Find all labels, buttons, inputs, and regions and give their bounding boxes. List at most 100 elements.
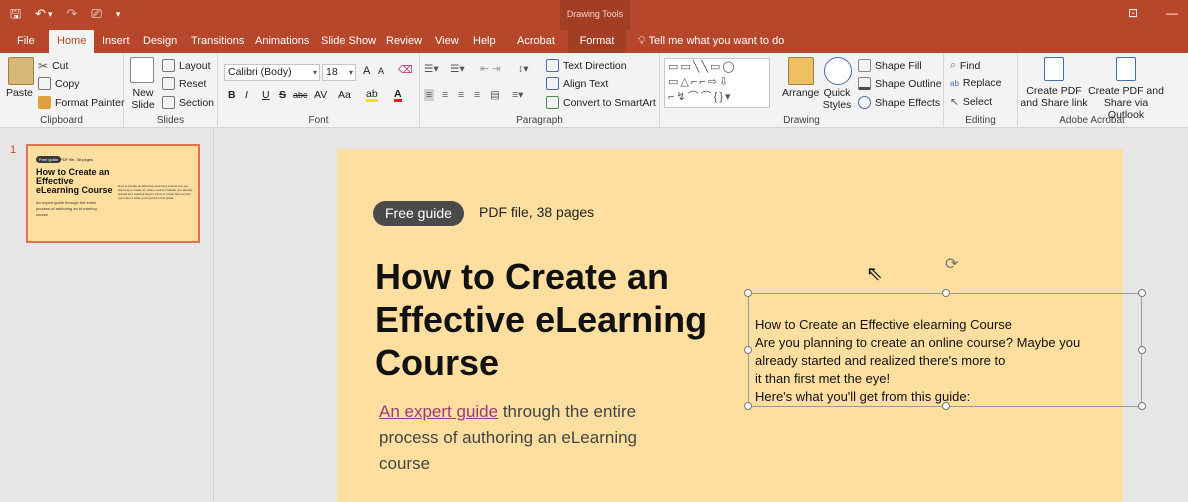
ribbon-display-icon[interactable]: ⊡ [1128,6,1138,20]
pdf-info-text[interactable]: PDF file, 38 pages [479,204,594,220]
highlight-button[interactable]: ab [366,89,378,102]
bold-button[interactable]: B [228,89,236,101]
create-pdf-share-link-button[interactable]: Create PDF and Share link [1020,85,1088,109]
clear-formatting-icon[interactable]: ⌫ [398,64,413,76]
resize-handle[interactable] [744,346,752,354]
slide-thumbnail[interactable]: Free guide PDF file, 38 pages How to Cre… [26,144,200,243]
minimize-button[interactable]: — [1166,6,1178,20]
pdf-link-icon[interactable] [1044,57,1064,81]
numbering-icon[interactable]: ☰▾ [450,63,465,75]
layout-button[interactable]: Layout [162,59,211,72]
tab-home[interactable]: Home [49,30,95,53]
selected-textbox[interactable]: ⟳ How to Create an Effective elearning C… [744,256,1146,410]
align-right-icon[interactable]: ≡ [458,89,464,101]
copy-label: Copy [55,77,80,90]
shape-effects-button[interactable]: Shape Effects [858,96,940,109]
shape-fill-button[interactable]: Shape Fill [858,59,922,72]
text-direction-button[interactable]: Text Direction [546,59,627,72]
slide-subtitle[interactable]: An expert guide through the entire proce… [379,399,679,477]
acrobat-label: Adobe Acrobat [1059,115,1125,126]
window-controls: ⊡ — [1128,6,1178,20]
resize-handle[interactable] [744,289,752,297]
font-size-combo[interactable]: 18 ▾ [322,64,356,81]
redo-icon[interactable]: ↷ [67,6,78,22]
arrange-icon[interactable] [788,57,814,85]
underline-button[interactable]: U [262,89,270,101]
paint-bucket-icon [858,59,871,72]
slide[interactable]: Free guide PDF file, 38 pages How to Cre… [337,149,1146,502]
resize-handle[interactable] [744,402,752,410]
align-text-icon [546,77,559,90]
save-icon[interactable]: 🖫 [10,6,21,22]
replace-label: Replace [962,77,1002,89]
tab-file[interactable]: File [9,30,43,53]
find-button[interactable]: ⌕ Find [950,59,980,72]
tab-slide-show[interactable]: Slide Show [313,30,384,53]
shape-outline-button[interactable]: Shape Outline [858,77,942,90]
select-button[interactable]: ↖ Select [950,96,992,108]
cut-button[interactable]: ✂ Cut [38,59,68,73]
strikethrough-button[interactable]: abc [293,90,308,100]
shrink-font-button[interactable]: A [378,66,384,76]
shapes-gallery[interactable]: ▭▭╲╲▭◯ ▭△⌐⌐⇨⇩ ⌐↯⌒⌒{}▾ [664,58,770,108]
align-center-icon[interactable]: ≡ [442,89,448,101]
paste-button[interactable]: Paste [6,87,33,99]
subtitle-link[interactable]: An expert guide [379,402,498,421]
textbox-line: Are you planning to create an online cou… [755,335,1081,350]
present-icon[interactable]: ⎚ [91,6,101,22]
new-slide-icon[interactable] [130,57,154,83]
align-left-icon[interactable]: ≡ [424,89,435,101]
tab-help[interactable]: Help [465,30,504,53]
columns-icon[interactable]: ▤ [490,89,500,101]
resize-handle[interactable] [942,289,950,297]
convert-smartart-button[interactable]: Convert to SmartArt [546,96,656,109]
arrange-button[interactable]: Arrange [782,87,819,99]
replace-button[interactable]: ab Replace [950,77,1001,89]
copy-button[interactable]: Copy [38,77,80,90]
tell-me-box[interactable]: 💡︎ Tell me what you want to do [630,30,792,53]
rotate-handle-icon[interactable]: ⟳ [945,254,958,274]
slide-title[interactable]: How to Create an Effective eLearning Cou… [375,255,735,384]
change-case-button[interactable]: Aa [338,89,351,101]
bullets-icon[interactable]: ☰▾ [424,63,439,75]
tell-me-label: Tell me what you want to do [648,35,785,47]
reset-button[interactable]: Reset [162,77,206,90]
grow-font-button[interactable]: A [363,65,370,77]
italic-button[interactable]: I [245,89,248,101]
tab-design[interactable]: Design [135,30,185,53]
tab-review[interactable]: Review [378,30,430,53]
align-text-button[interactable]: Align Text [546,77,608,90]
paragraph-align-dropdown-icon[interactable]: ≡▾ [512,89,523,101]
find-label: Find [959,59,981,72]
justify-icon[interactable]: ≡ [474,89,480,101]
format-painter-button[interactable]: Format Painter [38,96,124,109]
free-guide-badge[interactable]: Free guide [373,201,464,226]
quick-styles-button[interactable]: Quick Styles [818,87,856,111]
editing-group: ⌕ Find ab Replace ↖ Select Editing [944,53,1018,128]
font-name-combo[interactable]: Calibri (Body) ▾ [224,64,320,81]
slide-canvas[interactable]: Free guide PDF file, 38 pages How to Cre… [215,128,1188,502]
line-spacing-icon[interactable]: ↕▾ [518,63,529,75]
font-color-button[interactable]: A [394,89,402,102]
char-spacing-button[interactable]: AV [314,89,327,101]
undo-dropdown-icon[interactable]: ▾ [48,6,53,22]
shadow-button[interactable]: S [279,89,286,101]
paste-icon[interactable] [8,57,34,85]
section-button[interactable]: Section [162,96,214,109]
indent-icons[interactable]: ⇤ ⇥ [480,63,501,75]
slide-thumbnails-pane[interactable]: 1 Free guide PDF file, 38 pages How to C… [0,128,214,502]
tab-acrobat[interactable]: Acrobat [509,30,563,53]
resize-handle[interactable] [1138,289,1146,297]
pdf-outlook-icon[interactable] [1116,57,1136,81]
tab-view[interactable]: View [427,30,467,53]
tab-insert[interactable]: Insert [94,30,138,53]
undo-icon[interactable]: ↶ [35,6,46,22]
customize-qat-icon[interactable]: ▾ [116,6,121,22]
tab-format[interactable]: Format [568,30,626,53]
quick-styles-icon[interactable] [824,57,852,85]
tab-transitions[interactable]: Transitions [183,30,252,53]
textbox-content[interactable]: How to Create an Effective elearning Cou… [755,316,1145,406]
tab-animations[interactable]: Animations [247,30,317,53]
new-slide-button[interactable]: New Slide [128,87,158,111]
font-group: Calibri (Body) ▾ 18 ▾ A A ⌫ B I U S abc AV… [218,53,420,128]
